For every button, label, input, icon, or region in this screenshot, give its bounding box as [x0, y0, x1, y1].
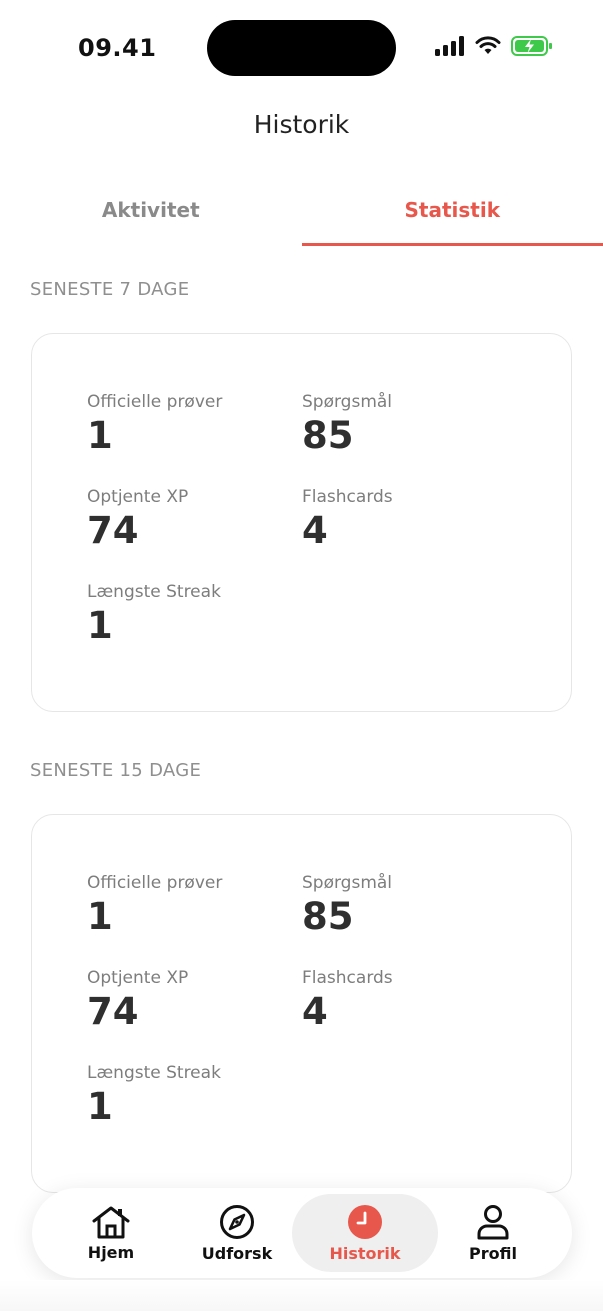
- stat-flashcards: Flashcards 4: [302, 487, 393, 553]
- bottom-nav: Hjem Udforsk Historik Profil: [32, 1188, 572, 1278]
- nav-item-profil[interactable]: Profil: [428, 1194, 558, 1272]
- stat-label: Flashcards: [302, 968, 393, 988]
- nav-label: Profil: [469, 1243, 517, 1263]
- stat-value: 74: [87, 509, 139, 552]
- stat-questions: Spørgsmål 85: [302, 392, 392, 458]
- stat-earned-xp: Optjente XP 74: [87, 968, 188, 1034]
- stats-card-15-days: Officielle prøver 1 Spørgsmål 85 Optjent…: [31, 814, 572, 1193]
- nav-item-udforsk[interactable]: Udforsk: [172, 1194, 302, 1272]
- stat-value: 1: [87, 895, 113, 938]
- stat-official-tests: Officielle prøver 1: [87, 873, 222, 939]
- stat-label: Optjente XP: [87, 968, 189, 988]
- stat-value: 1: [87, 414, 113, 457]
- stat-value: 85: [302, 895, 354, 938]
- stat-label: Officielle prøver: [87, 392, 223, 412]
- history-screen: 09.41 Historik Aktivitet Statistik SENES…: [0, 0, 603, 1311]
- stat-value: 74: [87, 990, 139, 1033]
- page-title: Historik: [253, 110, 350, 139]
- stat-label: Spørgsmål: [302, 392, 393, 412]
- stat-flashcards: Flashcards 4: [302, 968, 393, 1034]
- battery-charging-icon: [511, 36, 552, 56]
- stat-value: 1: [87, 604, 113, 647]
- section-title-7-days: SENESTE 7 DAGE: [30, 279, 190, 300]
- home-icon: [92, 1206, 130, 1238]
- stat-questions: Spørgsmål 85: [302, 873, 392, 939]
- wifi-icon: [475, 36, 501, 54]
- tab-aktivitet[interactable]: Aktivitet: [0, 180, 302, 246]
- bottom-fade: [0, 1280, 603, 1311]
- stat-official-tests: Officielle prøver 1: [87, 392, 222, 458]
- status-icons: [435, 36, 553, 56]
- tab-bar: Aktivitet Statistik: [0, 180, 603, 246]
- stat-label: Flashcards: [302, 487, 393, 507]
- stat-earned-xp: Optjente XP 74: [87, 487, 188, 553]
- nav-label: Udforsk: [201, 1243, 273, 1263]
- stat-label: Længste Streak: [87, 582, 221, 602]
- stat-label: Optjente XP: [87, 487, 189, 507]
- stat-label: Længste Streak: [87, 1063, 221, 1083]
- stat-label: Spørgsmål: [302, 873, 393, 893]
- tab-statistik[interactable]: Statistik: [301, 180, 603, 246]
- stat-value: 1: [87, 1085, 113, 1128]
- stat-value: 4: [302, 509, 328, 552]
- clock-icon: [348, 1204, 382, 1239]
- nav-item-hjem[interactable]: Hjem: [46, 1194, 176, 1272]
- stats-card-7-days: Officielle prøver 1 Spørgsmål 85 Optjent…: [31, 333, 572, 712]
- stat-value: 85: [302, 414, 354, 457]
- user-icon: [477, 1204, 509, 1239]
- stat-longest-streak: Længste Streak 1: [87, 1063, 221, 1129]
- nav-label: Historik: [329, 1243, 401, 1263]
- stat-value: 4: [302, 990, 328, 1033]
- status-bar: 09.41: [0, 0, 603, 96]
- compass-icon: [220, 1204, 254, 1239]
- section-title-15-days: SENESTE 15 DAGE: [30, 760, 202, 781]
- nav-item-historik[interactable]: Historik: [292, 1194, 438, 1272]
- stat-label: Officielle prøver: [87, 873, 223, 893]
- stat-longest-streak: Længste Streak 1: [87, 582, 221, 648]
- nav-label: Hjem: [87, 1242, 135, 1262]
- status-time: 09.41: [78, 34, 157, 62]
- signal-icon: [435, 36, 464, 56]
- dynamic-island: [207, 20, 396, 76]
